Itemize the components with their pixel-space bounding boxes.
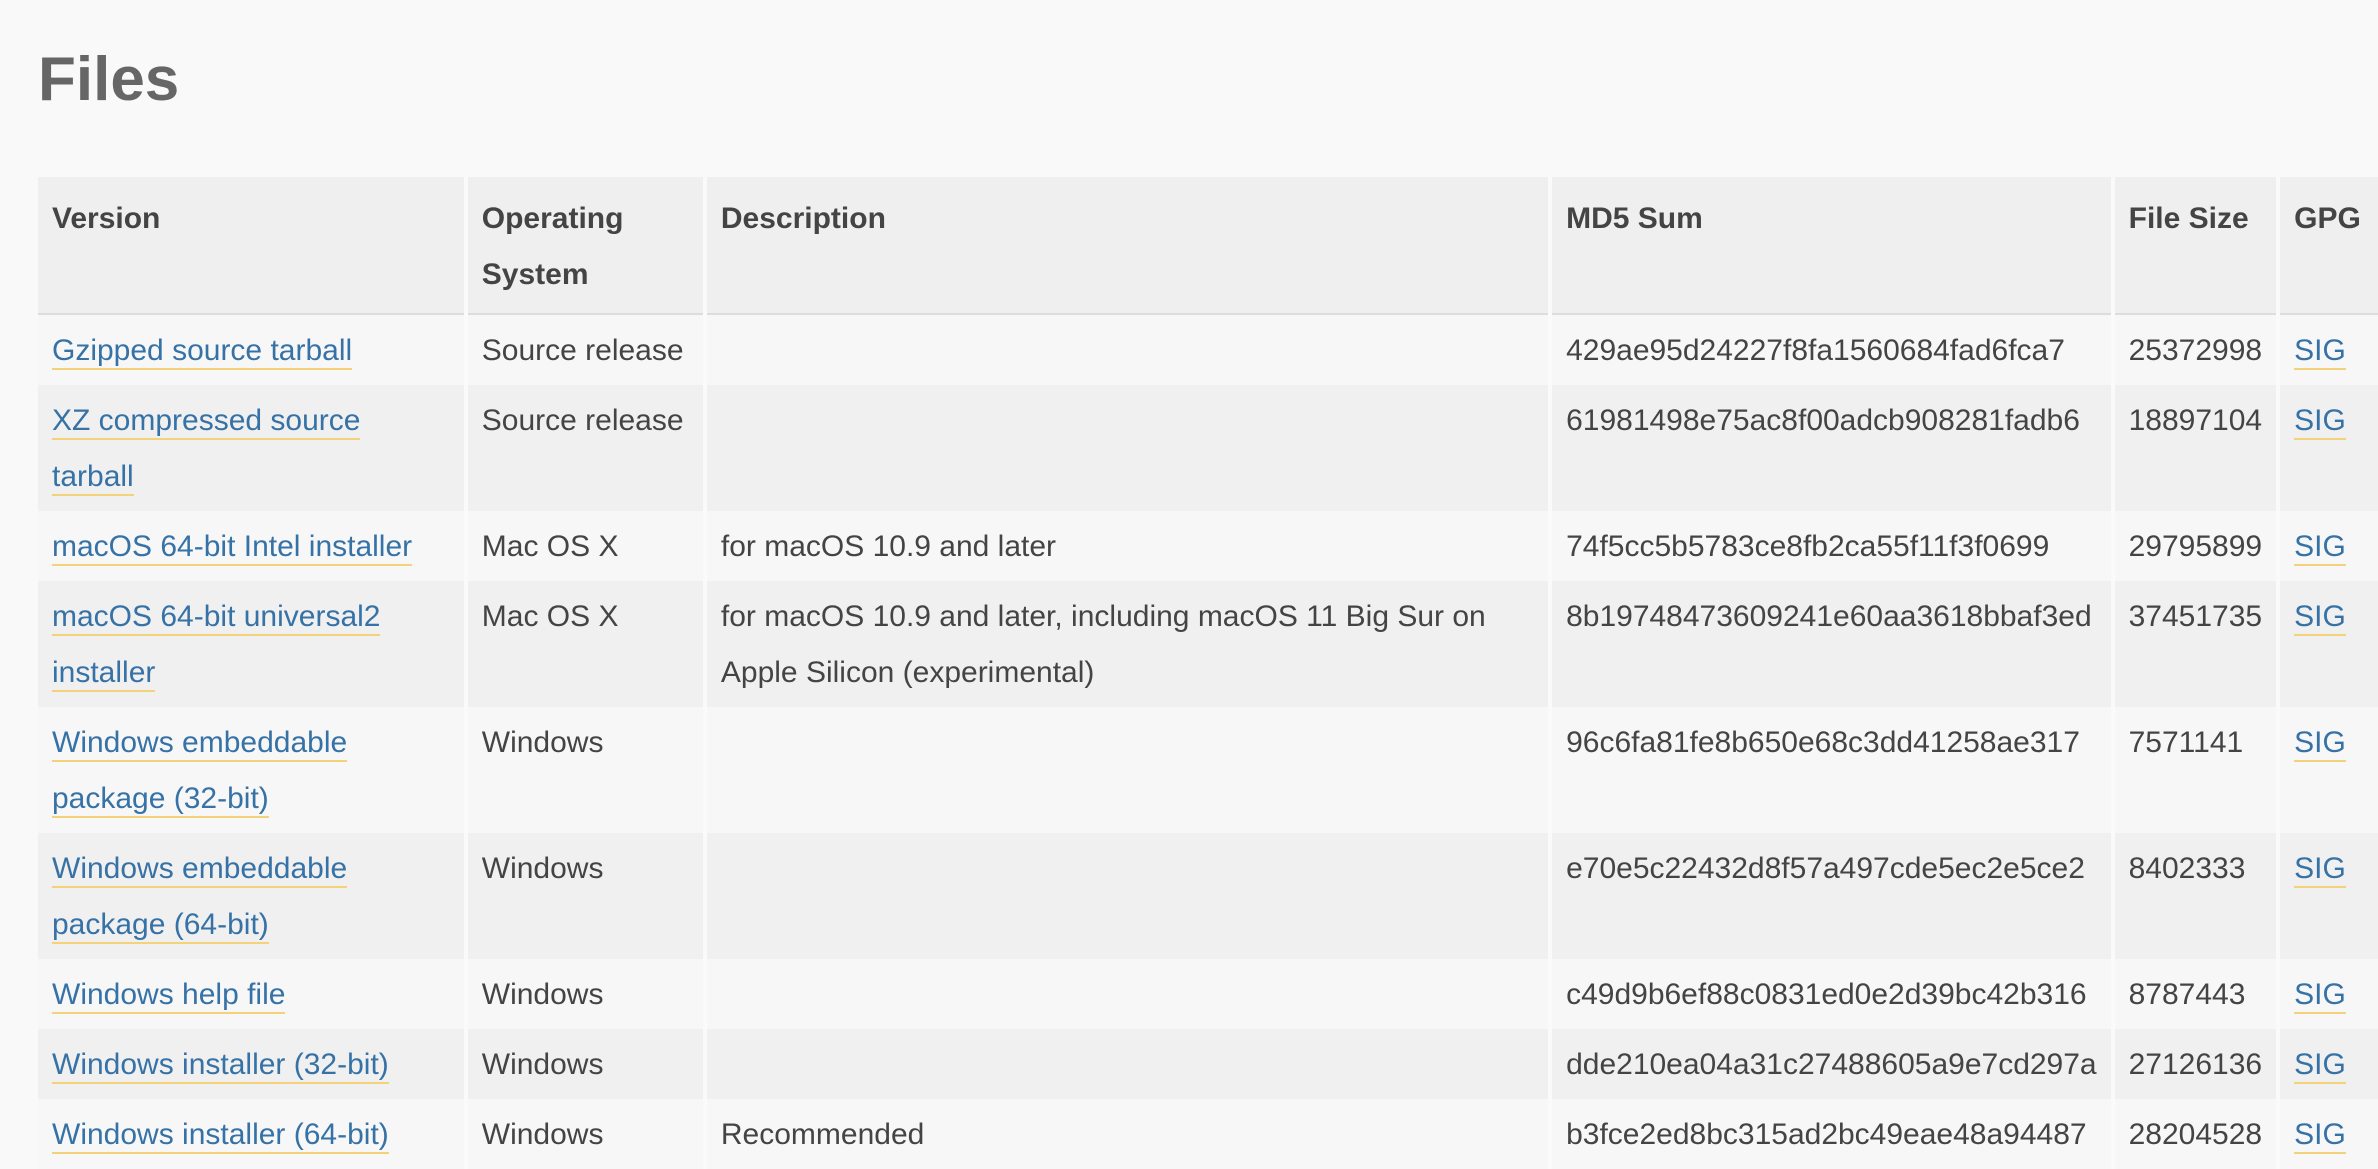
cell-size: 29795899 — [2110, 511, 2279, 581]
cell-version: Gzipped source tarball — [38, 314, 466, 385]
table-row: Windows embeddable package (32-bit) Wind… — [38, 707, 2378, 833]
cell-gpg: SIG — [2276, 1029, 2378, 1099]
table-row: Windows installer (64-bit) Windows Recom… — [38, 1099, 2378, 1169]
cell-description — [702, 833, 1551, 959]
version-link[interactable]: Windows installer (32-bit) — [52, 1048, 389, 1084]
cell-md5: 96c6fa81fe8b650e68c3dd41258ae317 — [1548, 707, 2113, 833]
cell-gpg: SIG — [2276, 833, 2378, 959]
version-link[interactable]: Windows embeddable package (32-bit) — [52, 726, 348, 818]
cell-os: Windows — [463, 1029, 705, 1099]
version-link[interactable]: macOS 64-bit Intel installer — [52, 530, 413, 566]
table-row: XZ compressed source tarball Source rele… — [38, 385, 2378, 511]
sig-link[interactable]: SIG — [2294, 530, 2346, 566]
table-body: Gzipped source tarball Source release 42… — [38, 314, 2378, 1169]
cell-version: Windows help file — [38, 959, 466, 1029]
cell-gpg: SIG — [2276, 385, 2378, 511]
table-row: Windows embeddable package (64-bit) Wind… — [38, 833, 2378, 959]
cell-md5: 61981498e75ac8f00adcb908281fadb6 — [1548, 385, 2113, 511]
cell-os: Source release — [463, 314, 705, 385]
cell-version: Windows installer (64-bit) — [38, 1099, 466, 1169]
sig-link[interactable]: SIG — [2294, 978, 2346, 1014]
page: Files Version Operating System Descripti… — [0, 0, 2378, 1169]
cell-os: Windows — [463, 959, 705, 1029]
cell-size: 25372998 — [2110, 314, 2279, 385]
cell-description — [702, 959, 1551, 1029]
cell-size: 18897104 — [2110, 385, 2279, 511]
table-row: macOS 64-bit universal2 installer Mac OS… — [38, 581, 2378, 707]
cell-gpg: SIG — [2276, 1099, 2378, 1169]
cell-md5: 74f5cc5b5783ce8fb2ca55f11f3f0699 — [1548, 511, 2113, 581]
cell-version: macOS 64-bit Intel installer — [38, 511, 466, 581]
cell-md5: 429ae95d24227f8fa1560684fad6fca7 — [1548, 314, 2113, 385]
header-description: Description — [702, 177, 1551, 315]
cell-gpg: SIG — [2276, 707, 2378, 833]
cell-version: XZ compressed source tarball — [38, 385, 466, 511]
sig-link[interactable]: SIG — [2294, 1048, 2346, 1084]
table-row: Gzipped source tarball Source release 42… — [38, 314, 2378, 385]
sig-link[interactable]: SIG — [2294, 404, 2346, 440]
header-row: Version Operating System Description MD5… — [38, 177, 2378, 315]
cell-os: Windows — [463, 833, 705, 959]
cell-description — [702, 385, 1551, 511]
cell-md5: b3fce2ed8bc315ad2bc49eae48a94487 — [1548, 1099, 2113, 1169]
header-md5: MD5 Sum — [1548, 177, 2113, 315]
cell-md5: dde210ea04a31c27488605a9e7cd297a — [1548, 1029, 2113, 1099]
sig-link[interactable]: SIG — [2294, 334, 2346, 370]
version-link[interactable]: Windows installer (64-bit) — [52, 1118, 389, 1154]
cell-size: 8402333 — [2110, 833, 2279, 959]
cell-size: 7571141 — [2110, 707, 2279, 833]
cell-md5: c49d9b6ef88c0831ed0e2d39bc42b316 — [1548, 959, 2113, 1029]
cell-os: Mac OS X — [463, 581, 705, 707]
cell-os: Windows — [463, 707, 705, 833]
table-row: macOS 64-bit Intel installer Mac OS X fo… — [38, 511, 2378, 581]
cell-version: Windows embeddable package (64-bit) — [38, 833, 466, 959]
table-row: Windows installer (32-bit) Windows dde21… — [38, 1029, 2378, 1099]
table-header: Version Operating System Description MD5… — [38, 177, 2378, 315]
page-title: Files — [38, 45, 180, 114]
cell-gpg: SIG — [2276, 581, 2378, 707]
header-version: Version — [38, 177, 466, 315]
cell-version: Windows installer (32-bit) — [38, 1029, 466, 1099]
cell-description — [702, 1029, 1551, 1099]
table-row: Windows help file Windows c49d9b6ef88c08… — [38, 959, 2378, 1029]
cell-description — [702, 314, 1551, 385]
cell-gpg: SIG — [2276, 314, 2378, 385]
cell-md5: e70e5c22432d8f57a497cde5ec2e5ce2 — [1548, 833, 2113, 959]
version-link[interactable]: macOS 64-bit universal2 installer — [52, 600, 381, 692]
cell-size: 28204528 — [2110, 1099, 2279, 1169]
cell-gpg: SIG — [2276, 511, 2378, 581]
cell-size: 37451735 — [2110, 581, 2279, 707]
header-gpg: GPG — [2276, 177, 2378, 315]
cell-size: 8787443 — [2110, 959, 2279, 1029]
header-size: File Size — [2110, 177, 2279, 315]
cell-description — [702, 707, 1551, 833]
sig-link[interactable]: SIG — [2294, 1118, 2346, 1154]
cell-version: macOS 64-bit universal2 installer — [38, 581, 466, 707]
cell-description: for macOS 10.9 and later — [702, 511, 1551, 581]
version-link[interactable]: XZ compressed source tarball — [52, 404, 361, 496]
version-link[interactable]: Gzipped source tarball — [52, 334, 353, 370]
cell-version: Windows embeddable package (32-bit) — [38, 707, 466, 833]
header-os: Operating System — [463, 177, 705, 315]
version-link[interactable]: Windows help file — [52, 978, 286, 1014]
cell-size: 27126136 — [2110, 1029, 2279, 1099]
sig-link[interactable]: SIG — [2294, 726, 2346, 762]
cell-os: Windows — [463, 1099, 705, 1169]
cell-description: Recommended — [702, 1099, 1551, 1169]
cell-os: Mac OS X — [463, 511, 705, 581]
cell-gpg: SIG — [2276, 959, 2378, 1029]
files-table: Version Operating System Description MD5… — [38, 177, 2378, 1169]
cell-md5: 8b19748473609241e60aa3618bbaf3ed — [1548, 581, 2113, 707]
cell-os: Source release — [463, 385, 705, 511]
sig-link[interactable]: SIG — [2294, 852, 2346, 888]
sig-link[interactable]: SIG — [2294, 600, 2346, 636]
cell-description: for macOS 10.9 and later, including macO… — [702, 581, 1551, 707]
version-link[interactable]: Windows embeddable package (64-bit) — [52, 852, 348, 944]
